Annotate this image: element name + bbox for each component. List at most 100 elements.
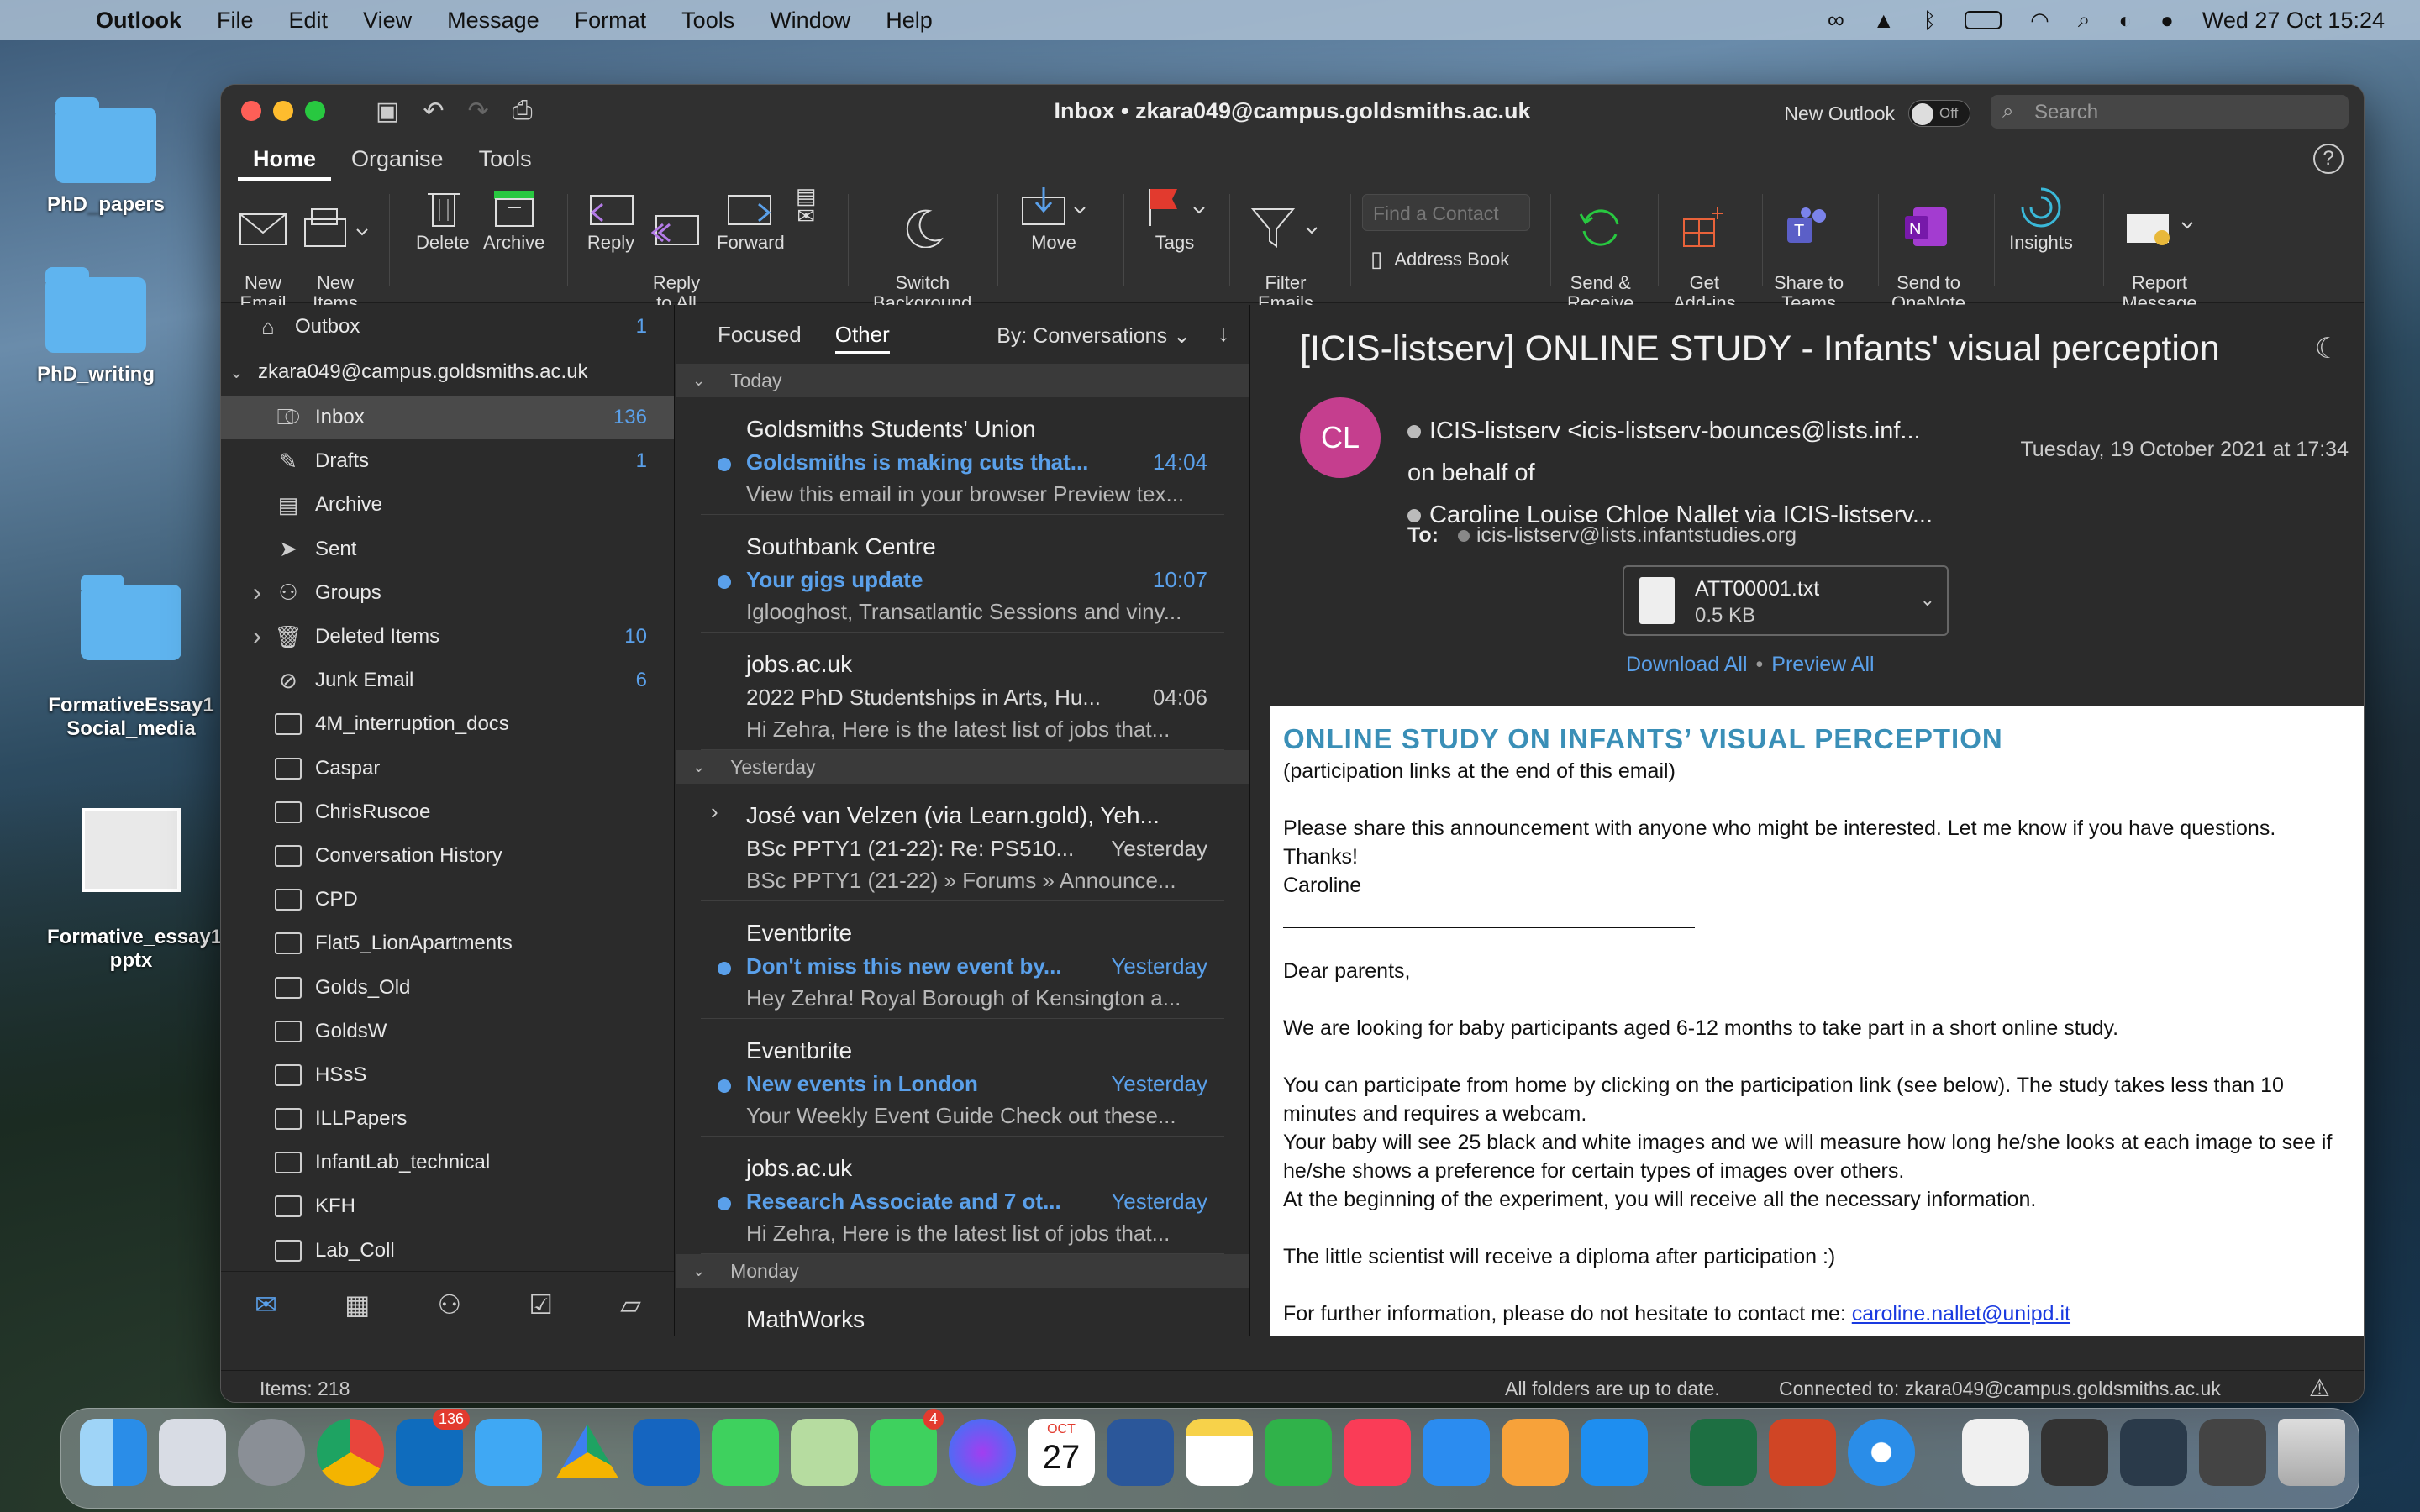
tab-home[interactable]: Home: [238, 146, 332, 181]
recent-screenshot-icon[interactable]: [2120, 1419, 2187, 1486]
reply-button[interactable]: Reply: [586, 186, 636, 253]
folder-hsss[interactable]: HSsS: [221, 1053, 674, 1097]
folder-chrisruscoe[interactable]: ChrisRuscoe: [221, 790, 674, 834]
outlook-new-icon[interactable]: [633, 1419, 700, 1486]
messages-icon[interactable]: [712, 1419, 779, 1486]
tab-organise[interactable]: Organise: [336, 146, 459, 181]
tasks-icon[interactable]: ☑: [529, 1289, 553, 1320]
chevron-down-icon[interactable]: ⌄: [692, 1263, 705, 1280]
meeting-reply-icon[interactable]: ▤ ✉: [796, 185, 817, 227]
redo-icon[interactable]: ↷: [468, 97, 489, 126]
share-to-teams-button[interactable]: T Share to Teams: [1774, 186, 1844, 313]
desktop-file-formative-pptx[interactable]: Formative_essay1 pptx: [47, 785, 222, 973]
desktop-folder-phd-writing[interactable]: PhD_writing: [12, 267, 180, 386]
message-item[interactable]: › José van Velzen (via Learn.gold), Yeh..…: [701, 784, 1224, 901]
desktop-folder-phd-papers[interactable]: PhD_papers: [22, 97, 190, 217]
people-icon[interactable]: ⚇: [438, 1289, 462, 1320]
message-item[interactable]: jobs.ac.uk 2022 PhD Studentships in Arts,…: [701, 633, 1224, 750]
contact-email-link[interactable]: caroline.nallet@unipd.it: [1852, 1302, 2070, 1326]
finder-icon[interactable]: [80, 1419, 147, 1486]
folder-sent[interactable]: ➤ Sent: [221, 528, 674, 571]
folder-drafts[interactable]: ✎ Drafts 1: [221, 439, 674, 483]
sender-name[interactable]: ICIS-listserv <icis-listserv-bounces@lis…: [1407, 417, 1921, 445]
spotlight-icon[interactable]: ⌕: [2078, 7, 2091, 34]
new-outlook-toggle[interactable]: Off: [1908, 100, 1970, 127]
siri-icon[interactable]: ●: [2160, 8, 2174, 34]
moon-icon[interactable]: ☾: [2315, 332, 2340, 365]
search-input[interactable]: ⌕ Search: [1991, 95, 2349, 129]
pages-icon[interactable]: [1502, 1419, 1569, 1486]
mail-app-icon[interactable]: [475, 1419, 542, 1486]
desktop-folder-formative-essay[interactable]: FormativeEssay1 Social_media: [47, 561, 215, 741]
menu-file[interactable]: File: [217, 8, 254, 34]
folder-lab-coll[interactable]: Lab_Coll: [221, 1229, 674, 1273]
delete-button[interactable]: Delete: [416, 186, 470, 253]
folder-illpapers[interactable]: ILLPapers: [221, 1097, 674, 1141]
switch-background-button[interactable]: Switch Background: [873, 186, 971, 313]
calendar-app-icon[interactable]: OCT 27: [1028, 1419, 1095, 1486]
chevron-down-icon[interactable]: ⌄: [229, 362, 244, 383]
battery-icon[interactable]: [1965, 11, 2002, 29]
account-header[interactable]: ⌄ zkara049@campus.goldsmiths.ac.uk: [221, 349, 674, 396]
archive-button[interactable]: Archive: [483, 186, 544, 253]
keynote-icon[interactable]: [1423, 1419, 1490, 1486]
chevron-right-icon[interactable]: ›: [253, 622, 261, 651]
app-store-icon[interactable]: [1581, 1419, 1648, 1486]
chevron-down-icon[interactable]: ⌄: [692, 759, 705, 776]
notes-app-icon[interactable]: [1186, 1419, 1253, 1486]
facetime-icon[interactable]: 4: [870, 1409, 944, 1486]
warning-icon[interactable]: ⚠: [2309, 1374, 2330, 1402]
word-icon[interactable]: [1107, 1419, 1174, 1486]
menu-edit[interactable]: Edit: [289, 8, 329, 34]
folder-flat5-lionapartments[interactable]: Flat5_LionApartments: [221, 921, 674, 965]
drive-icon[interactable]: ▲: [1873, 8, 1895, 34]
folder-groups[interactable]: › ⚇ Groups: [221, 571, 674, 615]
message-item[interactable]: MathWorks: [701, 1288, 1224, 1336]
folder-outbox[interactable]: ⌂ Outbox 1: [221, 305, 674, 349]
chevron-down-icon[interactable]: ⌄: [1920, 589, 1935, 611]
menu-app-name[interactable]: Outlook: [96, 8, 182, 34]
send-to-onenote-button[interactable]: N Send to OneNote: [1891, 186, 1965, 313]
folder-inbox[interactable]: ⎄ Inbox 136: [221, 396, 674, 440]
sort-direction-icon[interactable]: ↓: [1218, 320, 1229, 347]
message-item[interactable]: Eventbrite New events in London Yesterday Y…: [701, 1019, 1224, 1137]
maps-icon[interactable]: [791, 1419, 858, 1486]
menu-tools[interactable]: Tools: [681, 8, 734, 34]
folder-golds-old[interactable]: Golds_Old: [221, 965, 674, 1009]
safari-icon[interactable]: [1848, 1419, 1915, 1486]
move-button[interactable]: Move: [1016, 186, 1092, 253]
new-items-button[interactable]: New Items: [300, 186, 371, 313]
message-item[interactable]: Southbank Centre Your gigs update 10:07 Igl…: [701, 515, 1224, 633]
sort-dropdown[interactable]: By: Conversations ⌄: [997, 323, 1191, 349]
reply-all-button[interactable]: Reply to All: [651, 186, 702, 313]
tab-other[interactable]: Other: [834, 322, 890, 354]
google-drive-icon[interactable]: [556, 1424, 618, 1478]
wifi-icon[interactable]: ◠: [2030, 8, 2049, 34]
print-icon[interactable]: ⎙: [513, 97, 533, 126]
trash-icon[interactable]: [2278, 1419, 2345, 1486]
address-book-button[interactable]: ▯ Address Book: [1370, 246, 1509, 272]
folder-deleted-items[interactable]: › 🗑 Deleted Items 10: [221, 615, 674, 659]
save-icon[interactable]: ▣: [376, 97, 399, 126]
group-header-today[interactable]: ⌄ Today: [676, 364, 1249, 397]
folder-kfh[interactable]: KFH: [221, 1184, 674, 1228]
minimize-window-button[interactable]: [273, 101, 293, 121]
folder-archive[interactable]: ▤ Archive: [221, 483, 674, 527]
menu-message[interactable]: Message: [447, 8, 539, 34]
messenger-icon[interactable]: [949, 1419, 1016, 1486]
launchpad-icon[interactable]: [159, 1419, 226, 1486]
menu-view[interactable]: View: [363, 8, 412, 34]
bluetooth-icon[interactable]: ᛒ: [1923, 8, 1937, 34]
menu-clock[interactable]: Wed 27 Oct 15:24: [2202, 8, 2385, 34]
control-center-icon[interactable]: ◐: [2118, 8, 2132, 34]
tab-tools[interactable]: Tools: [464, 146, 547, 181]
undo-icon[interactable]: ↶: [423, 97, 444, 126]
menu-format[interactable]: Format: [575, 8, 647, 34]
folder-goldsw[interactable]: GoldsW: [221, 1010, 674, 1053]
zoom-window-button[interactable]: [305, 101, 325, 121]
menu-window[interactable]: Window: [770, 8, 850, 34]
folder-caspar[interactable]: Caspar: [221, 747, 674, 790]
folder-cpd[interactable]: CPD: [221, 878, 674, 921]
folder-junk-email[interactable]: ⊘ Junk Email 6: [221, 659, 674, 702]
forward-button[interactable]: Forward: [717, 186, 785, 253]
